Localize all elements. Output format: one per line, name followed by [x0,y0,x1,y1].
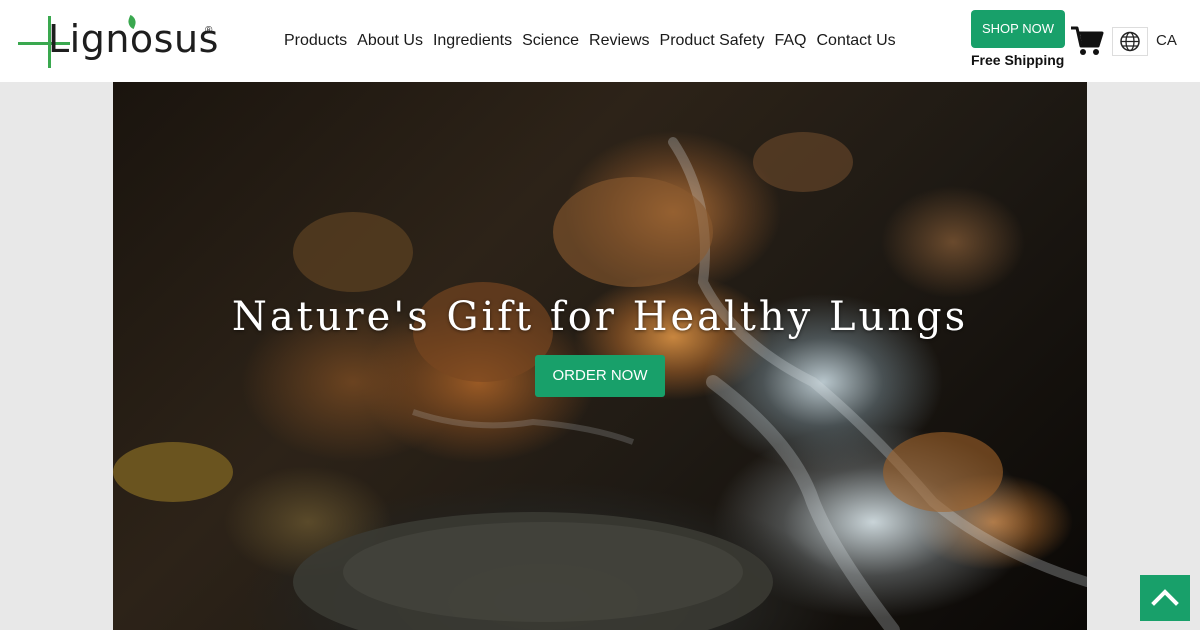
shop-now-button[interactable]: SHOP NOW [971,10,1065,48]
nav-item-products[interactable]: Products [284,30,347,52]
site-header: Lignosus ® Products About Us Ingredients… [0,0,1200,82]
language-selector[interactable]: CA [1156,32,1177,49]
nav-item-ingredients[interactable]: Ingredients [433,30,512,52]
nav-item-faq[interactable]: FAQ [774,30,806,52]
nav-item-product-safety[interactable]: Product Safety [660,30,765,52]
nav-item-science[interactable]: Science [522,30,579,52]
nav-item-reviews[interactable]: Reviews [589,30,649,52]
lignosus-logo[interactable]: Lignosus ® [18,12,218,70]
cart-icon[interactable] [1070,24,1104,58]
chevron-up-icon [1151,589,1179,606]
hero-banner: Nature's Gift for Healthy Lungs ORDER NO… [113,82,1087,630]
free-shipping-label: Free Shipping [971,52,1065,68]
logo-wordmark: Lignosus [48,17,219,61]
hero-title: Nature's Gift for Healthy Lungs [231,294,969,340]
nav-item-contact-us[interactable]: Contact Us [816,30,895,52]
nav-item-about-us[interactable]: About Us [357,30,423,52]
back-to-top-button[interactable] [1140,575,1190,621]
globe-icon[interactable] [1112,27,1148,56]
main-nav: Products About Us Ingredients Science Re… [284,30,906,52]
registered-mark: ® [205,25,213,36]
order-now-button[interactable]: ORDER NOW [535,355,665,397]
